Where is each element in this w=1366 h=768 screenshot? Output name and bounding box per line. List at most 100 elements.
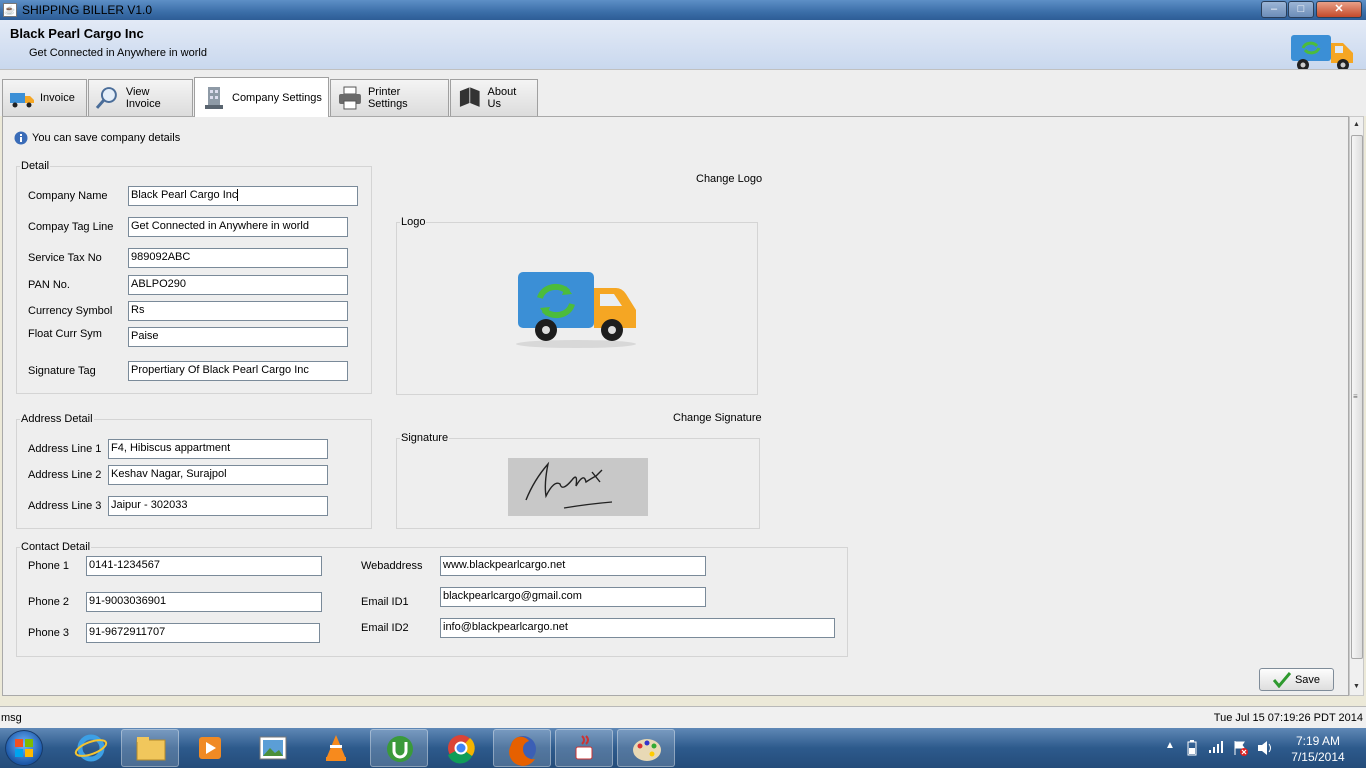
signature-image[interactable] (508, 458, 648, 516)
currency-symbol-label: Currency Symbol (28, 305, 113, 317)
tab-company-settings[interactable]: Company Settings (194, 77, 329, 117)
phone-1-label: Phone 1 (28, 560, 69, 572)
taskbar-utorrent[interactable] (370, 729, 428, 767)
status-message: msg (1, 712, 22, 724)
tab-label: Printer Settings (367, 86, 408, 110)
signature-tag-label: Signature Tag (28, 365, 96, 377)
company-logo-truck-icon[interactable] (512, 268, 640, 350)
phone-2-label: Phone 2 (28, 596, 69, 608)
tab-strip: Invoice View Invoice Company Settings Pr… (0, 69, 1366, 117)
tab-label: View Invoice (125, 86, 161, 110)
header-company-name: Black Pearl Cargo Inc (10, 26, 144, 41)
taskbar-explorer[interactable] (121, 729, 179, 767)
company-name-input[interactable]: Black Pearl Cargo Inc (128, 186, 358, 206)
phone-1-input[interactable]: 0141-1234567 (86, 556, 322, 576)
contact-legend: Contact Detail (20, 541, 92, 553)
detail-legend: Detail (20, 160, 51, 172)
tab-view-invoice[interactable]: View Invoice (88, 79, 193, 116)
photo-viewer-icon (259, 736, 287, 760)
start-button[interactable] (5, 730, 43, 766)
signature-legend: Signature (400, 432, 450, 444)
taskbar-java[interactable] (555, 729, 613, 767)
taskbar-paint[interactable] (617, 729, 675, 767)
book-icon (459, 87, 480, 107)
pan-no-label: PAN No. (28, 279, 70, 291)
clock-date[interactable]: 7/15/2014 (1290, 750, 1346, 764)
address-line-3-label: Address Line 3 (28, 500, 102, 512)
address-line-1-label: Address Line 1 (28, 443, 102, 455)
phone-3-input[interactable]: 91-9672911707 (86, 623, 320, 643)
float-curr-input[interactable]: Paise (128, 327, 348, 347)
webaddress-input[interactable]: www.blackpearlcargo.net (440, 556, 706, 576)
tag-line-label: Compay Tag Line (28, 221, 114, 233)
status-bar: msg Tue Jul 15 07:19:26 PDT 2014 (0, 706, 1366, 728)
email-id1-label: Email ID1 (361, 596, 409, 608)
scroll-up-icon[interactable]: ▲ (1353, 121, 1361, 128)
scroll-down-icon[interactable]: ▼ (1353, 683, 1361, 690)
clock-time[interactable]: 7:19 AM (1290, 734, 1346, 748)
chrome-icon (448, 735, 475, 764)
save-button[interactable]: Save (1259, 668, 1334, 691)
building-icon (205, 86, 223, 109)
taskbar-firefox[interactable] (493, 729, 551, 767)
close-button[interactable]: ✕ (1316, 1, 1362, 18)
pan-no-input[interactable]: ABLPO290 (128, 275, 348, 295)
phone-2-input[interactable]: 91-9003036901 (86, 592, 322, 612)
vlc-icon (326, 735, 346, 761)
media-player-icon (199, 737, 221, 759)
change-signature-link[interactable]: Change Signature (673, 412, 762, 424)
service-tax-label: Service Tax No (28, 252, 102, 264)
email-id2-input[interactable]: info@blackpearlcargo.net (440, 618, 835, 638)
vertical-scrollbar[interactable]: ▲ ≡ ▼ (1349, 116, 1364, 696)
magnifier-icon (95, 87, 117, 109)
tab-label: About Us (487, 86, 517, 110)
taskbar-ie[interactable] (62, 729, 120, 767)
paint-palette-icon (633, 739, 661, 761)
tab-label: Company Settings (232, 91, 322, 104)
minimize-button[interactable]: – (1261, 1, 1287, 18)
address-legend: Address Detail (20, 413, 94, 425)
network-signal-icon[interactable] (1208, 740, 1224, 754)
info-message: You can save company details (32, 132, 181, 144)
app-header: Black Pearl Cargo Inc Get Connected in A… (0, 20, 1366, 71)
address-line-2-label: Address Line 2 (28, 469, 102, 481)
taskbar-chrome[interactable] (432, 729, 490, 767)
tab-about-us[interactable]: About Us (450, 79, 538, 116)
change-logo-link[interactable]: Change Logo (696, 173, 762, 185)
company-name-label: Company Name (28, 190, 108, 202)
windows-logo-icon (15, 739, 33, 757)
tab-label: Invoice (40, 92, 75, 104)
currency-symbol-input[interactable]: Rs (128, 301, 348, 321)
phone-3-label: Phone 3 (28, 627, 69, 639)
address-line-3-input[interactable]: Jaipur - 302033 (108, 496, 328, 516)
logo-legend: Logo (400, 216, 427, 228)
address-line-2-input[interactable]: Keshav Nagar, Surajpol (108, 465, 328, 485)
show-hidden-icons-icon[interactable]: ▲ (1165, 740, 1175, 751)
webaddress-label: Webaddress (361, 560, 423, 572)
service-tax-input[interactable]: 989092ABC (128, 248, 348, 268)
battery-icon[interactable] (1186, 740, 1198, 756)
java-icon (575, 735, 593, 760)
windows-taskbar: ▲ 7:19 AM 7/15/2014 (0, 728, 1366, 768)
email-id2-label: Email ID2 (361, 622, 409, 634)
taskbar-media-player[interactable] (181, 729, 239, 767)
window-title: SHIPPING BILLER V1.0 (22, 3, 153, 17)
title-bar: ☕ SHIPPING BILLER V1.0 – □ ✕ (0, 0, 1366, 20)
tag-line-input[interactable]: Get Connected in Anywhere in world (128, 217, 348, 237)
scroll-grip-icon: ≡ (1353, 392, 1358, 401)
maximize-button[interactable]: □ (1288, 1, 1314, 18)
action-center-flag-icon[interactable] (1232, 740, 1248, 756)
java-app-icon: ☕ (3, 3, 17, 17)
tab-printer-settings[interactable]: Printer Settings (330, 79, 449, 116)
volume-icon[interactable] (1256, 740, 1274, 756)
tab-invoice[interactable]: Invoice (2, 79, 87, 116)
address-line-1-input[interactable]: F4, Hibiscus appartment (108, 439, 328, 459)
signature-tag-input[interactable]: Propertiary Of Black Pearl Cargo Inc (128, 361, 348, 381)
info-icon (14, 131, 28, 145)
email-id1-input[interactable]: blackpearlcargo@gmail.com (440, 587, 706, 607)
taskbar-vlc[interactable] (307, 729, 365, 767)
status-timestamp: Tue Jul 15 07:19:26 PDT 2014 (1213, 712, 1363, 724)
float-curr-label: Float Curr Sym (28, 328, 102, 340)
taskbar-photo-viewer[interactable] (244, 729, 302, 767)
truck-icon (10, 93, 34, 108)
